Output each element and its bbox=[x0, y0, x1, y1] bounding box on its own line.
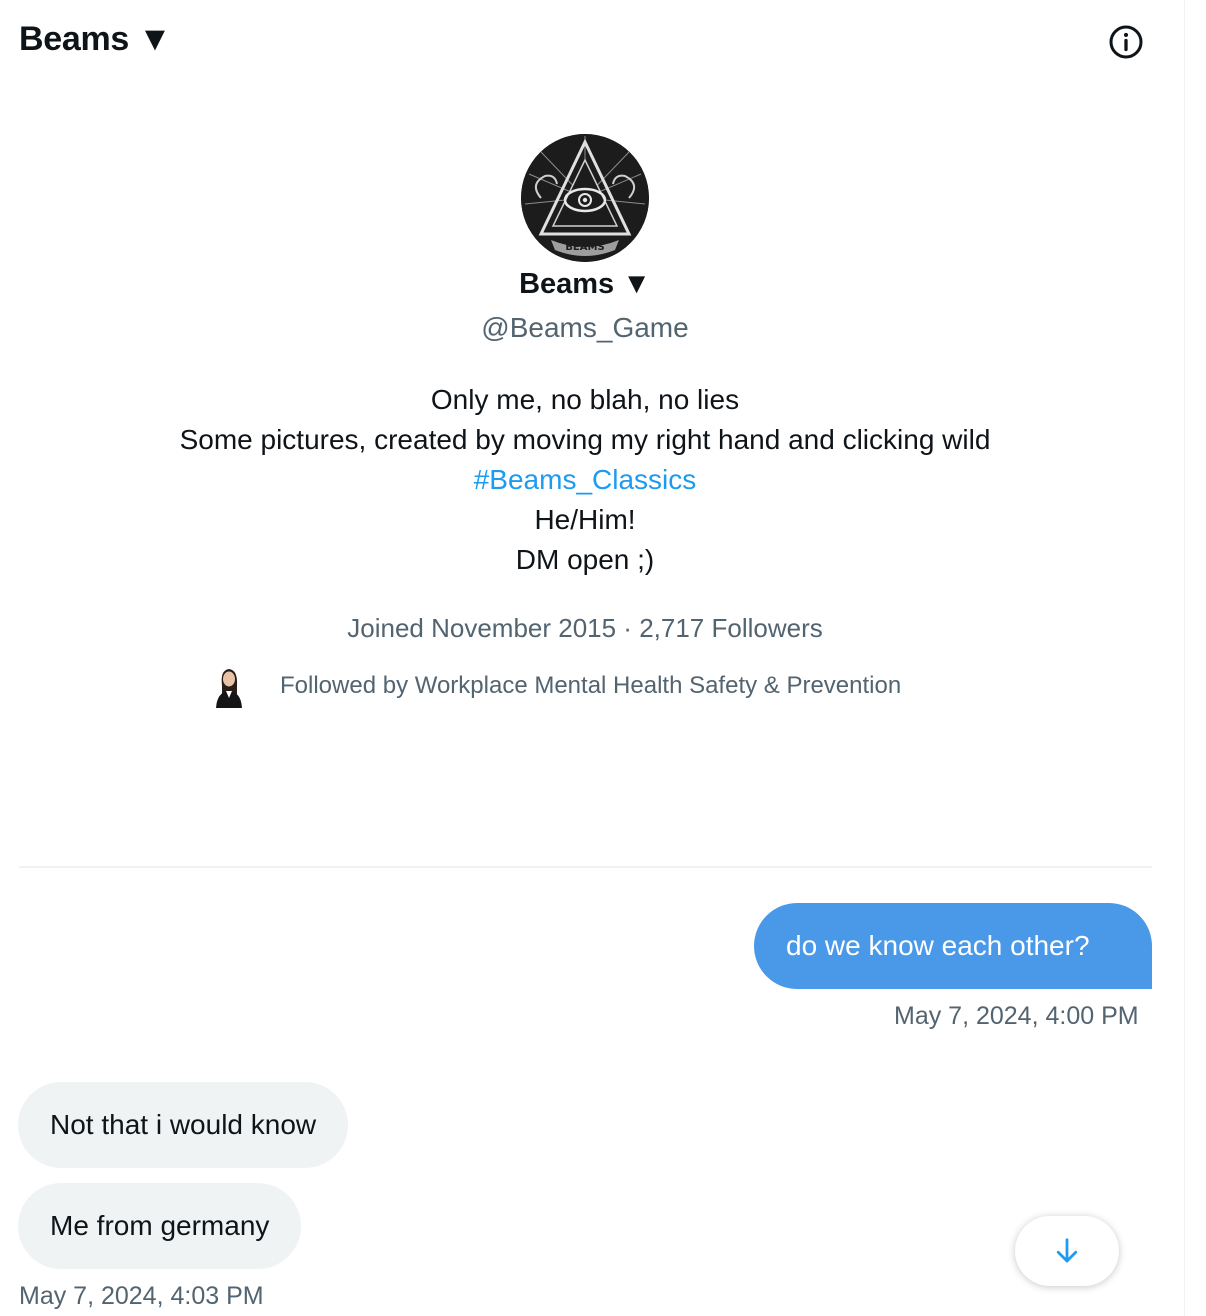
profile-name[interactable]: Beams ▼ bbox=[0, 266, 1170, 302]
followed-by[interactable]: Followed by Workplace Mental Health Safe… bbox=[212, 664, 901, 708]
profile-avatar[interactable]: BEAMS bbox=[521, 134, 649, 262]
message-timestamp: May 7, 2024, 4:00 PM bbox=[894, 1002, 1139, 1030]
message-bubble-incoming[interactable]: Not that i would know bbox=[18, 1082, 349, 1168]
follower-avatar bbox=[216, 669, 242, 708]
conversation-title: Beams ▼ bbox=[19, 20, 172, 58]
profile-meta: Joined November 2015 · 2,717 Followers bbox=[347, 613, 823, 643]
bio-line: He/Him! bbox=[534, 504, 636, 535]
profile-bio: Only me, no blah, no lies Some pictures,… bbox=[0, 380, 1170, 580]
message-bubble-incoming[interactable]: Me from germany bbox=[18, 1183, 302, 1269]
arrow-down-icon bbox=[1056, 1238, 1078, 1263]
scroll-to-bottom-button[interactable] bbox=[1015, 1216, 1119, 1286]
info-icon bbox=[1109, 25, 1143, 59]
profile-card: BEAMS Beams ▼ @Beams_Game Only me, no bl… bbox=[0, 130, 1170, 646]
profile-handle[interactable]: @Beams_Game bbox=[0, 310, 1170, 346]
bio-line: Only me, no blah, no lies bbox=[430, 384, 740, 415]
conversation-info-button[interactable] bbox=[1106, 22, 1146, 62]
panel-border bbox=[1184, 0, 1185, 1316]
hashtag-link[interactable]: #Beams_Classics bbox=[474, 464, 697, 495]
message-bubble-outgoing[interactable]: do we know each other? bbox=[754, 903, 1152, 989]
avatar-logo-text: BEAMS bbox=[565, 242, 604, 253]
divider bbox=[19, 866, 1152, 868]
bio-line: DM open ;) bbox=[515, 544, 655, 575]
message-timestamp: May 7, 2024, 4:03 PM bbox=[19, 1282, 264, 1310]
bio-line: Some pictures, created by moving my righ… bbox=[179, 424, 991, 455]
followed-by-text: Followed by Workplace Mental Health Safe… bbox=[280, 672, 902, 699]
